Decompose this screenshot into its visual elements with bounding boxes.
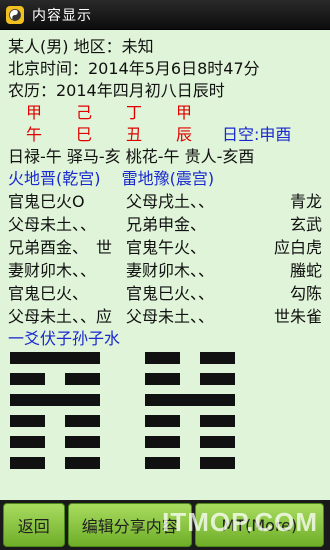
day-kong: 日空:申酉 <box>222 125 292 144</box>
bottom-toolbar: 返回 编辑分享内容 MT(More) <box>0 500 330 550</box>
branch-month: 巳 <box>76 125 93 144</box>
yao-left: 父母未土、、应 <box>8 307 113 326</box>
yin-line-segment <box>10 415 45 427</box>
yin-line-segment <box>65 415 100 427</box>
yin-line-segment <box>10 436 45 448</box>
branch-hour: 辰 <box>176 125 193 144</box>
yao-left: 官鬼巳火O <box>8 192 85 211</box>
yin-line-segment <box>200 415 235 427</box>
shensha-line: 日禄-午 驿马-亥 桃花-午 贵人-亥酉 <box>8 147 255 166</box>
yao-row: 妻财卯木、、 妻财卯木、、 螣蛇 <box>8 259 322 282</box>
yang-line <box>10 394 100 406</box>
yao-god: 应白虎 <box>273 238 322 257</box>
yang-line <box>145 394 235 406</box>
yin-yang-icon <box>9 8 21 21</box>
page-title: 内容显示 <box>32 7 92 24</box>
stem-month: 己 <box>76 103 93 122</box>
person-info: 某人(男) 地区：未知 <box>8 37 154 56</box>
stem-hour: 甲 <box>176 103 193 122</box>
yao-table: 官鬼巳火O 父母戌土、、 青龙 父母未土、、 兄弟申金、 玄武 兄弟酉金、 世 … <box>8 190 322 328</box>
yao-right: 官鬼午火、 <box>126 238 207 257</box>
title-bar: 内容显示 <box>0 0 330 30</box>
lunar-date: 农历：2014年四月初八日辰时 <box>8 81 225 100</box>
yao-row: 父母未土、、应 父母未土、、 世朱雀 <box>8 305 322 328</box>
yao-right: 父母未土、、 <box>126 307 215 326</box>
yao-row: 兄弟酉金、 世 官鬼午火、 应白虎 <box>8 236 322 259</box>
yao-god: 世朱雀 <box>273 307 322 326</box>
yin-line-segment <box>200 352 235 364</box>
yin-line-segment <box>200 436 235 448</box>
yao-god: 螣蛇 <box>289 261 322 280</box>
yao-left: 妻财卯木、、 <box>8 261 97 280</box>
yao-row: 官鬼巳火O 父母戌土、、 青龙 <box>8 190 322 213</box>
yao-right: 妻财卯木、、 <box>126 261 215 280</box>
branch-day: 丑 <box>126 125 143 144</box>
yao-god: 青龙 <box>289 192 322 211</box>
yao-right: 官鬼巳火、、 <box>126 284 215 303</box>
yao-god: 玄武 <box>289 215 322 234</box>
yao-row: 父母未土、、 兄弟申金、 玄武 <box>8 213 322 236</box>
yao-right: 父母戌土、、 <box>126 192 215 211</box>
yao-god: 勾陈 <box>289 284 322 303</box>
yin-line-segment <box>10 373 45 385</box>
yin-line-segment <box>65 457 100 469</box>
stem-year: 甲 <box>26 103 43 122</box>
yin-line-segment <box>145 415 180 427</box>
heavenly-stems-row: 甲 己 丁 甲 <box>8 102 322 124</box>
yin-line-segment <box>145 352 180 364</box>
fuyao-line: 一爻伏子孙子水 <box>8 329 121 348</box>
edit-share-button[interactable]: 编辑分享内容 <box>67 503 192 547</box>
hexagram-names: 火地晋(乾宫) 雷地豫(震宫) <box>8 169 215 188</box>
yin-line-segment <box>65 436 100 448</box>
stem-day: 丁 <box>126 103 143 122</box>
branch-year: 午 <box>26 125 43 144</box>
yao-left: 父母未土、、 <box>8 215 97 234</box>
yao-left: 兄弟酉金、 世 <box>8 238 113 257</box>
yin-line-segment <box>200 373 235 385</box>
yin-line-segment <box>145 373 180 385</box>
yao-left: 官鬼巳火、 <box>8 284 89 303</box>
yin-line-segment <box>10 457 45 469</box>
app-logo-icon <box>6 5 24 24</box>
yin-line-segment <box>65 373 100 385</box>
yin-line-segment <box>200 457 235 469</box>
yao-row: 官鬼巳火、 官鬼巳火、、 勾陈 <box>8 282 322 305</box>
earthly-branches-row: 午 巳 丑 辰 日空:申酉 <box>8 124 322 146</box>
yao-right: 兄弟申金、 <box>126 215 207 234</box>
yin-line-segment <box>145 457 180 469</box>
content-area[interactable]: 某人(男) 地区：未知 北京时间：2014年5月6日8时47分 农历：2014年… <box>0 30 330 500</box>
more-button[interactable]: MT(More) <box>194 503 324 547</box>
back-button[interactable]: 返回 <box>3 503 65 547</box>
yang-line <box>10 352 100 364</box>
beijing-time: 北京时间：2014年5月6日8时47分 <box>8 59 260 78</box>
yin-line-segment <box>145 436 180 448</box>
